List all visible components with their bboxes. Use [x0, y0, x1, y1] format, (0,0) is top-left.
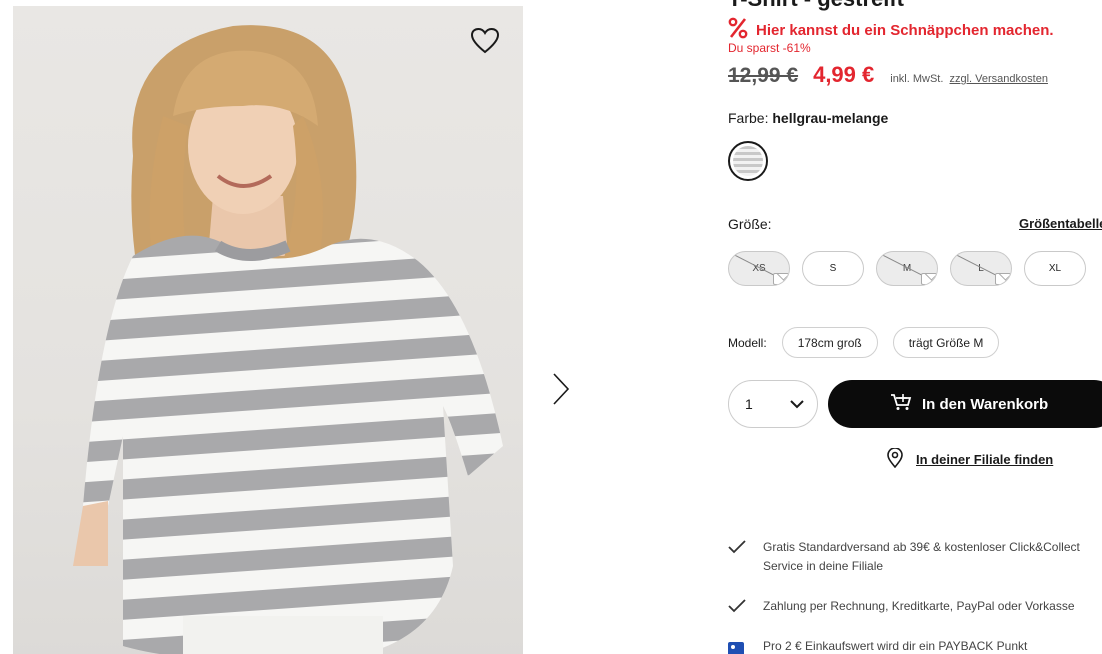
notify-mail-icon — [995, 273, 1011, 285]
wishlist-heart-icon[interactable] — [466, 22, 504, 60]
tax-note: inkl. MwSt. zzgl. Versandkosten — [890, 73, 1048, 85]
size-option-label: S — [829, 263, 837, 274]
usp-text: Gratis Standardversand ab 39€ & kostenlo… — [763, 540, 1080, 573]
check-icon — [728, 597, 763, 619]
size-label: Größe: — [728, 216, 772, 232]
size-option-xl[interactable]: XL — [1024, 251, 1086, 286]
check-icon — [728, 538, 763, 560]
usp-text: Zahlung per Rechnung, Kreditkarte, PayPa… — [763, 599, 1075, 613]
location-pin-icon — [886, 447, 904, 471]
size-option-l[interactable]: L — [950, 251, 1012, 286]
size-option-s[interactable]: S — [802, 251, 864, 286]
old-price: 12,99 € — [728, 64, 799, 87]
deal-text: Hier kannst du ein Schnäppchen machen. — [756, 22, 1054, 39]
size-option-label: M — [902, 263, 912, 274]
cart-icon — [890, 393, 912, 415]
price-row: 12,99 € 4,99 € inkl. MwSt. zzgl. Versand… — [728, 62, 1048, 88]
product-image[interactable] — [13, 6, 523, 654]
next-image-chevron-icon[interactable] — [545, 370, 577, 408]
size-option-xs[interactable]: XS — [728, 251, 790, 286]
model-label: Modell: — [728, 335, 767, 350]
model-info-row: Modell: 178cm groß trägt Größe M — [728, 327, 1014, 358]
color-value: hellgrau-melange — [772, 110, 889, 126]
find-in-store-link[interactable]: In deiner Filiale finden — [886, 447, 1054, 471]
usp-payback: Pro 2 € Einkaufswert wird dir ein PAYBAC… — [728, 637, 1102, 654]
size-option-label: XL — [1048, 263, 1062, 274]
tax-note-text: inkl. MwSt. — [890, 73, 944, 85]
add-to-cart-button[interactable]: In den Warenkorb — [828, 380, 1102, 428]
size-chart-link[interactable]: Größentabelle — [1019, 216, 1102, 231]
size-option-m[interactable]: M — [876, 251, 938, 286]
quantity-value: 1 — [745, 396, 753, 412]
usp-payment: Zahlung per Rechnung, Kreditkarte, PayPa… — [728, 597, 1102, 619]
payback-icon — [728, 642, 744, 654]
color-label-row: Farbe: hellgrau-melange — [728, 110, 888, 126]
model-height-chip: 178cm groß — [781, 327, 878, 358]
notify-mail-icon — [773, 273, 789, 285]
savings-text: Du sparst -61% — [728, 41, 811, 55]
percent-icon — [728, 17, 748, 44]
quantity-select[interactable]: 1 — [728, 380, 818, 428]
shipping-costs-link[interactable]: zzgl. Versandkosten — [950, 73, 1048, 85]
notify-mail-icon — [921, 273, 937, 285]
find-in-store-label: In deiner Filiale finden — [916, 452, 1054, 467]
size-option-label: XS — [752, 263, 766, 274]
color-label: Farbe: — [728, 110, 769, 126]
model-size-chip: trägt Größe M — [892, 327, 1000, 358]
deal-banner: Hier kannst du ein Schnäppchen machen. — [728, 17, 1054, 44]
size-option-label: L — [978, 263, 984, 274]
product-title: T-Shirt - gestreift — [728, 0, 904, 12]
chevron-down-icon — [789, 397, 805, 413]
sale-price: 4,99 € — [813, 62, 875, 87]
usp-text: Pro 2 € Einkaufswert wird dir ein PAYBAC… — [763, 639, 1028, 653]
payback-icon-wrap — [728, 637, 763, 654]
usp-shipping: Gratis Standardversand ab 39€ & kostenlo… — [728, 538, 1102, 576]
add-to-cart-label: In den Warenkorb — [922, 395, 1049, 413]
color-swatch-hellgrau-melange[interactable] — [728, 141, 768, 181]
swatch-stripes — [733, 146, 763, 176]
